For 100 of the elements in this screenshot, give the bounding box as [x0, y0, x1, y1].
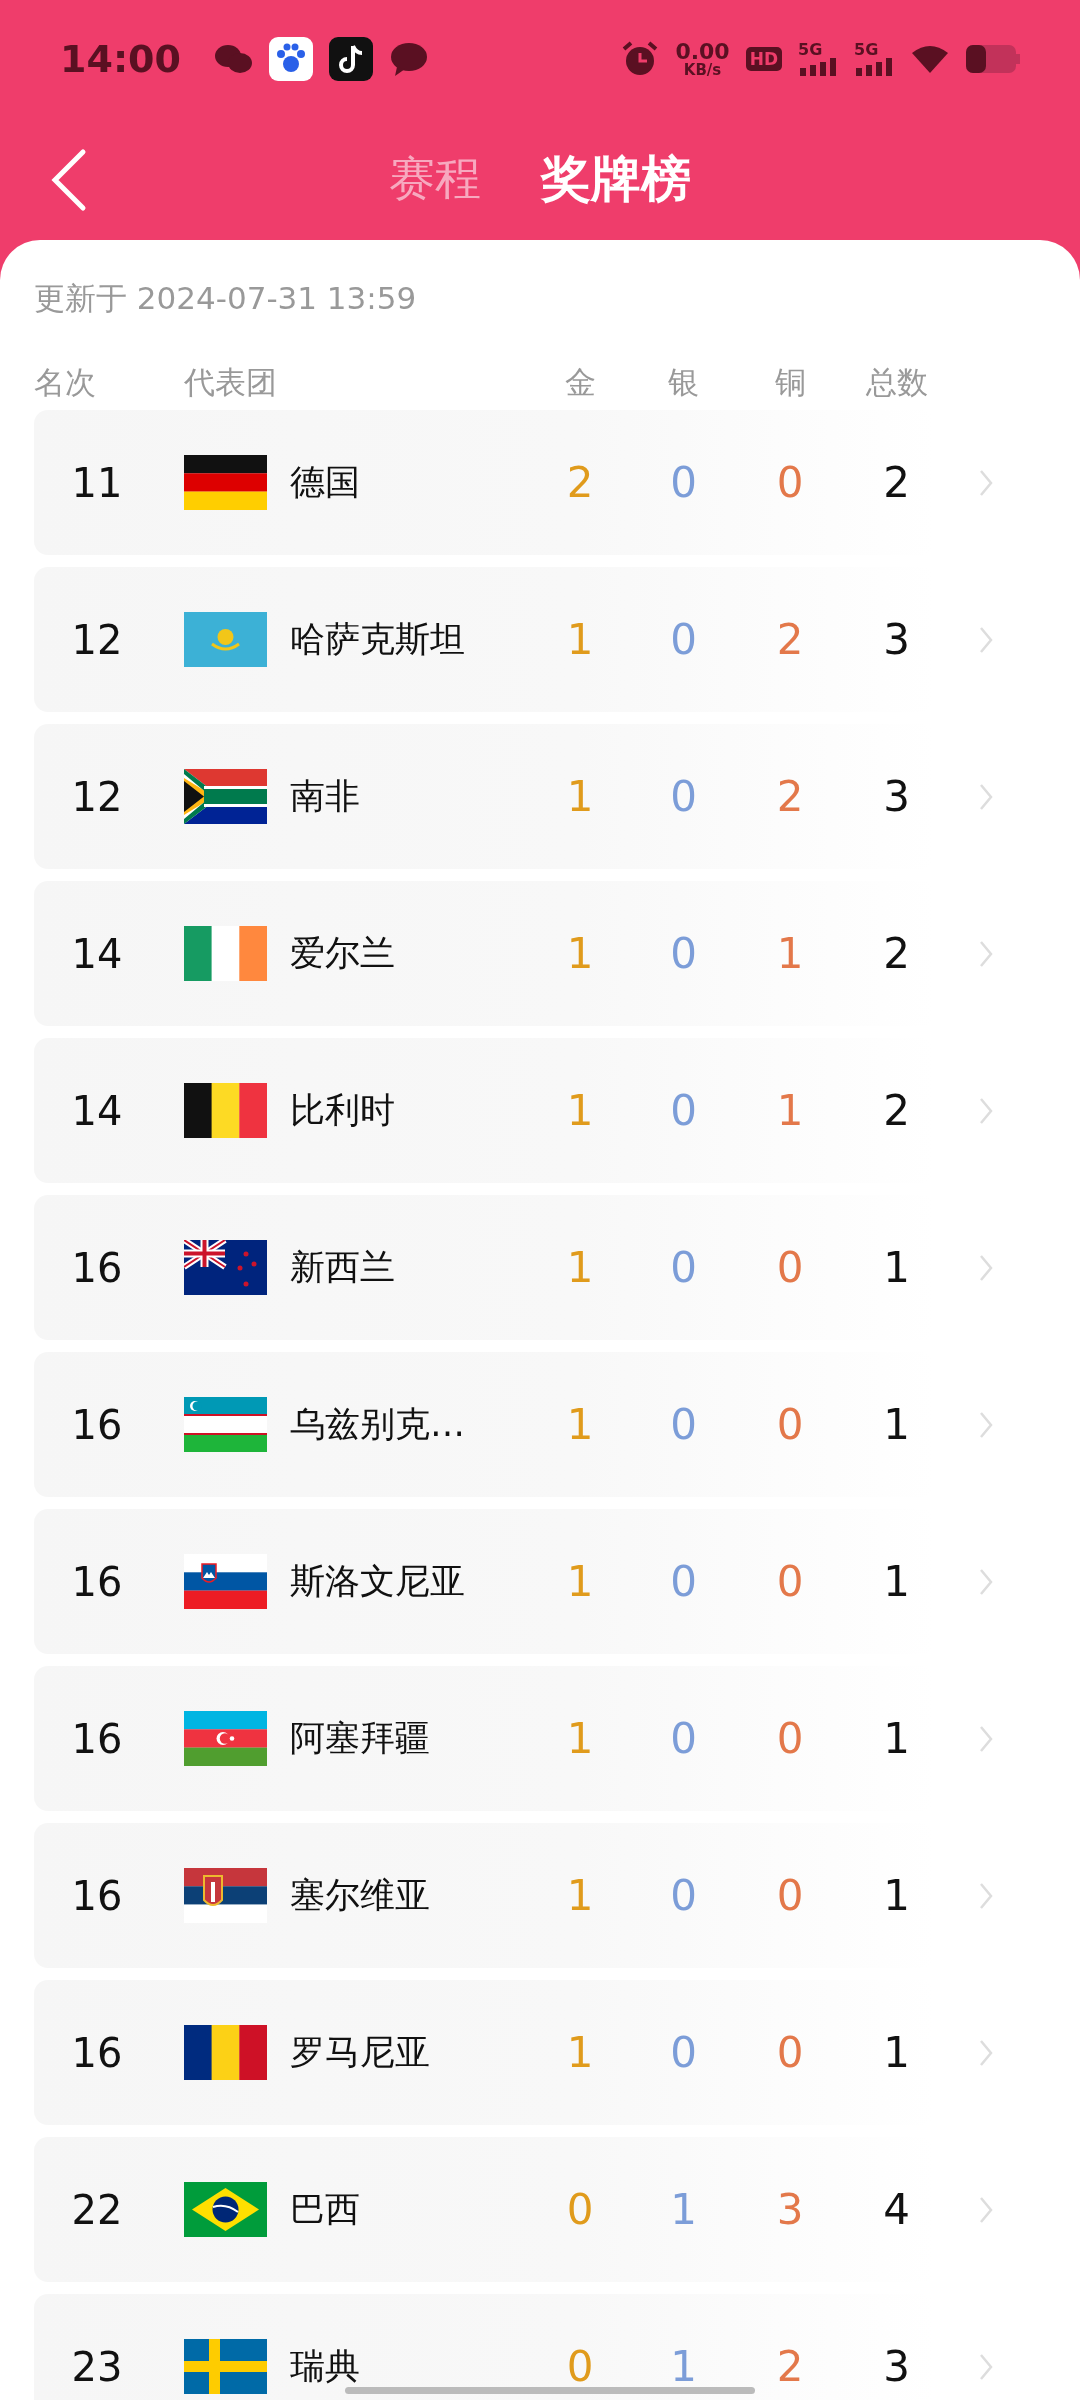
first-place-medal-count: 1 [566, 929, 594, 978]
wifi-icon [910, 43, 950, 75]
first-place-medal-count: 1 [566, 1714, 594, 1763]
first-place-medal-count: 1 [566, 615, 594, 664]
second-place-medal-count: 0 [670, 2028, 697, 2077]
second-place-medal-count: 0 [670, 1871, 697, 1920]
total-count: 2 [883, 1086, 910, 1135]
column-header: 银 [668, 363, 699, 402]
third-place-medal-count: 0 [776, 458, 804, 507]
rank: 16 [71, 1401, 123, 1448]
second-place-medal-count: 0 [670, 929, 697, 978]
total-count: 1 [883, 1243, 910, 1292]
total-count: 2 [883, 458, 910, 507]
team-name: 阿塞拜疆 [290, 1717, 431, 1760]
third-place-medal-count: 0 [776, 1714, 804, 1763]
rank: 16 [71, 2029, 123, 2076]
flag-icon [184, 1554, 267, 1609]
hd-voice-badge: HD [745, 47, 782, 71]
first-place-medal-count: 1 [566, 772, 594, 821]
battery-icon [966, 45, 1020, 73]
rank: 16 [71, 1872, 123, 1919]
second-place-medal-count: 1 [670, 2342, 697, 2391]
third-place-medal-count: 0 [776, 1243, 804, 1292]
second-place-medal-count: 0 [670, 1086, 697, 1135]
second-place-medal-count: 0 [670, 772, 697, 821]
first-place-medal-count: 1 [566, 2028, 594, 2077]
signal-icon [798, 58, 838, 76]
team-name: 哈萨克斯坦 [290, 618, 466, 661]
first-place-medal-count: 2 [566, 458, 594, 507]
third-place-medal-count: 1 [776, 1086, 804, 1135]
third-place-medal-count: 3 [776, 2185, 804, 2234]
first-place-medal-count: 1 [566, 1557, 594, 1606]
flag-icon [184, 612, 267, 667]
total-count: 4 [883, 2185, 910, 2234]
flag-icon [184, 2025, 267, 2080]
first-place-medal-count: 1 [566, 1243, 594, 1292]
first-place-medal-count: 1 [566, 1871, 594, 1920]
third-place-medal-count: 2 [776, 615, 804, 664]
team-name: 斯洛文尼亚 [290, 1560, 466, 1603]
team-name: 新西兰 [290, 1246, 396, 1289]
first-place-medal-count: 1 [566, 1400, 594, 1449]
first-place-medal-count: 0 [566, 2185, 594, 2234]
total-count: 1 [883, 1871, 910, 1920]
third-place-medal-count: 0 [776, 1871, 804, 1920]
flag-icon [184, 1868, 267, 1923]
third-place-medal-count: 0 [776, 1400, 804, 1449]
team-name: 罗马尼亚 [290, 2031, 431, 2074]
rank: 16 [71, 1244, 123, 1291]
flag-icon [184, 926, 267, 981]
flag-icon [184, 1240, 267, 1295]
music-note-app-icon [328, 37, 373, 81]
rank: 12 [71, 773, 123, 820]
team-name: 爱尔兰 [290, 932, 396, 975]
total-count: 1 [883, 1400, 910, 1449]
second-place-medal-count: 0 [670, 1557, 697, 1606]
rank: 16 [71, 1715, 123, 1762]
second-place-medal-count: 0 [670, 1400, 697, 1449]
rank: 11 [71, 459, 123, 506]
rank: 12 [71, 616, 123, 663]
second-place-medal-count: 1 [670, 2185, 697, 2234]
total-count: 3 [883, 772, 910, 821]
flag-icon [184, 455, 267, 510]
column-header: 金 [564, 363, 596, 402]
third-place-medal-count: 2 [776, 772, 804, 821]
total-count: 3 [883, 615, 910, 664]
flag-icon [184, 1711, 267, 1766]
team-name: 南非 [290, 775, 361, 818]
flag-icon [184, 2182, 267, 2237]
team-name: 巴西 [290, 2188, 361, 2231]
paw-app-icon [268, 37, 313, 81]
second-place-medal-count: 0 [670, 615, 697, 664]
team-name: 瑞典 [290, 2345, 361, 2388]
flag-icon [184, 769, 267, 824]
update-time: 更新于 2024-07-31 13:59 [34, 279, 418, 318]
third-place-medal-count: 1 [776, 929, 804, 978]
flag-icon [184, 1083, 267, 1138]
team-name: 塞尔维亚 [290, 1874, 431, 1917]
network-type-label: 5G [854, 42, 880, 58]
column-header: 代表团 [184, 363, 277, 402]
rank: 22 [71, 2186, 123, 2233]
signal-icon [854, 58, 894, 76]
third-place-medal-count: 0 [776, 1557, 804, 1606]
rank: 14 [71, 930, 123, 977]
clock-time: 14:00 [60, 37, 181, 81]
message-icon [388, 41, 429, 77]
second-place-medal-count: 0 [670, 458, 697, 507]
network-speed: 0.00 KB/s [675, 40, 730, 78]
third-place-medal-count: 0 [776, 2028, 804, 2077]
column-header: 铜 [774, 363, 806, 402]
network-type-label: 5G [798, 42, 824, 58]
first-place-medal-count: 0 [566, 2342, 594, 2391]
header-tab[interactable]: 奖牌榜 [541, 145, 691, 213]
flag-icon [184, 1397, 267, 1452]
alarm-icon [621, 40, 660, 78]
second-place-medal-count: 0 [670, 1714, 697, 1763]
team-name: 比利时 [290, 1089, 396, 1132]
second-place-medal-count: 0 [670, 1243, 697, 1292]
total-count: 1 [883, 2028, 910, 2077]
flag-icon [184, 2339, 267, 2394]
total-count: 2 [883, 929, 910, 978]
